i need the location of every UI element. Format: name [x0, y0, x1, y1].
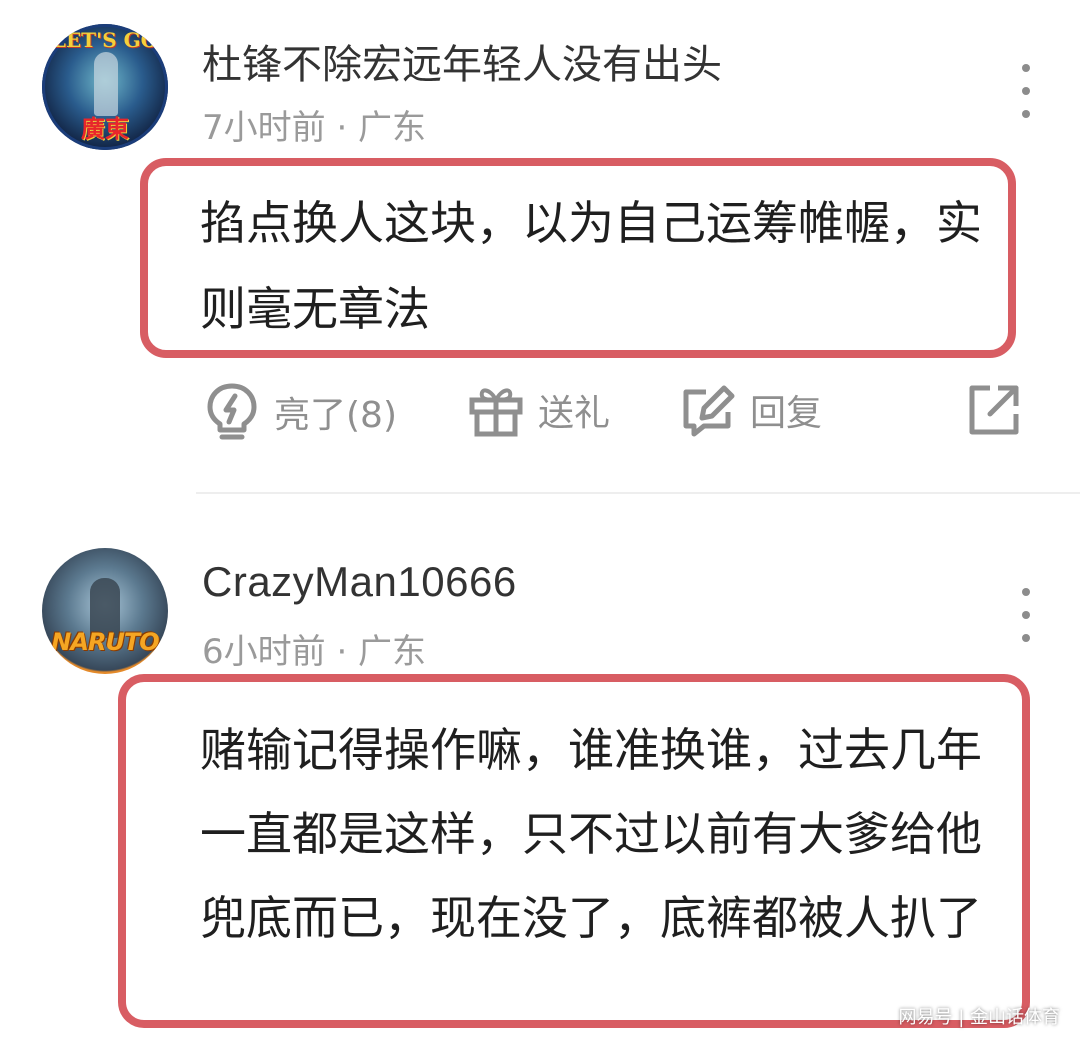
avatar-bottom-text: 廣東 — [81, 114, 129, 143]
reply-label: 回复 — [750, 393, 823, 434]
comment-meta: 7小时前 · 广东 — [202, 108, 427, 148]
comment-body: 掐点换人这块，以为自己运筹帷幄，实则毫无章法 — [200, 196, 982, 336]
avatar[interactable]: NARUTO — [42, 548, 168, 674]
gift-icon — [469, 388, 523, 437]
avatar-figure — [94, 52, 118, 116]
more-vertical-icon[interactable] — [1016, 588, 1036, 642]
gift-button[interactable]: 送礼 — [468, 382, 610, 438]
lightbulb-icon — [207, 383, 257, 440]
comment-item: LET'S GO 廣東 杜锋不除宏远年轻人没有出头 7小时前 · 广东 掐点换人… — [0, 0, 1080, 494]
reply-button[interactable]: 回复 — [680, 382, 822, 438]
comment-item: NARUTO CrazyMan10666 6小时前 · 广东 赌输记得操作嘛，谁… — [0, 500, 1080, 1037]
comment-actions: 亮了(8) 送礼 回复 — [0, 376, 1080, 446]
avatar-bottom-text: NARUTO — [51, 628, 159, 656]
watermark: 网易号 | 金山话体育 — [898, 1007, 1060, 1028]
avatar[interactable]: LET'S GO 廣東 — [42, 24, 168, 150]
more-vertical-icon[interactable] — [1016, 64, 1036, 118]
gift-label: 送礼 — [538, 393, 611, 434]
username[interactable]: CrazyMan10666 — [202, 558, 517, 606]
divider — [196, 492, 1080, 494]
username[interactable]: 杜锋不除宏远年轻人没有出头 — [202, 32, 722, 90]
like-button[interactable]: 亮了(8) — [204, 382, 397, 442]
share-icon — [969, 385, 1019, 435]
like-label: 亮了(8) — [274, 395, 397, 436]
share-button[interactable] — [966, 382, 1022, 438]
avatar-top-text: LET'S GO — [51, 28, 159, 52]
comment-meta: 6小时前 · 广东 — [202, 632, 427, 672]
comment-body: 赌输记得操作嘛，谁准换谁，过去几年一直都是这样，只不过以前有大爹给他兜底而已，现… — [200, 723, 982, 945]
edit-reply-icon — [683, 385, 735, 437]
